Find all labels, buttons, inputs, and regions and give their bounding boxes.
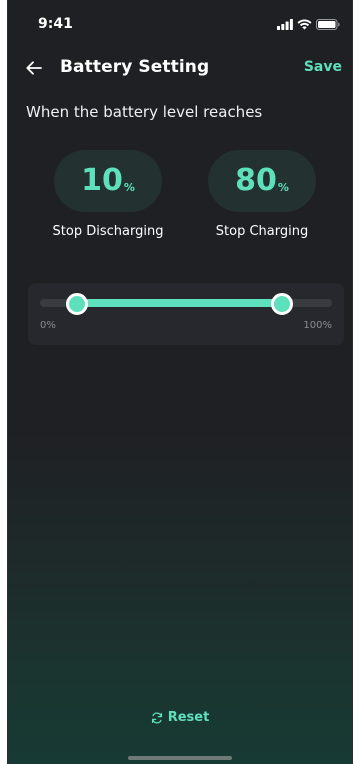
stop-discharging-label: Stop Discharging [52, 224, 164, 239]
slider-thumb-low[interactable] [66, 293, 89, 315]
battery-icon [316, 19, 340, 30]
header: Battery Setting Save [24, 56, 342, 80]
status-bar: 9:41 [38, 14, 340, 36]
slider-min-label: 0% [40, 320, 56, 331]
right-edge [352, 0, 360, 764]
stop-charging-unit: % [277, 181, 289, 194]
wifi-icon [297, 19, 312, 30]
refresh-icon [151, 712, 162, 723]
stop-charging-block: 80 % Stop Charging [202, 150, 322, 239]
slider-thumb-high[interactable] [270, 293, 293, 315]
stop-charging-label: Stop Charging [215, 224, 309, 239]
left-edge [0, 0, 8, 764]
stop-discharging-value-pill[interactable]: 10 % [54, 150, 162, 212]
phone-screen: 9:41 Battery Setting Save When the batte… [0, 0, 360, 764]
stop-discharging-block: 10 % Stop Discharging [48, 150, 168, 239]
save-button[interactable]: Save [304, 59, 342, 75]
page-title: Battery Setting [60, 57, 210, 77]
signal-icon [277, 19, 293, 30]
status-icons [277, 19, 340, 30]
status-time: 9:41 [38, 16, 73, 32]
range-slider-fill [77, 299, 282, 307]
slider-max-label: 100% [303, 320, 332, 331]
reset-button[interactable]: Reset [0, 710, 360, 725]
reset-label: Reset [167, 710, 210, 725]
stop-discharging-value: 10 [81, 163, 123, 198]
stop-charging-value: 80 [235, 163, 277, 198]
arrow-left-icon[interactable] [24, 58, 44, 78]
threshold-subtitle: When the battery level reaches [26, 103, 263, 121]
stop-charging-value-pill[interactable]: 80 % [208, 150, 316, 212]
home-indicator [128, 756, 232, 760]
range-slider-card: 0% 100% [28, 283, 344, 345]
stop-discharging-unit: % [123, 181, 135, 194]
range-slider-track[interactable] [40, 293, 332, 315]
